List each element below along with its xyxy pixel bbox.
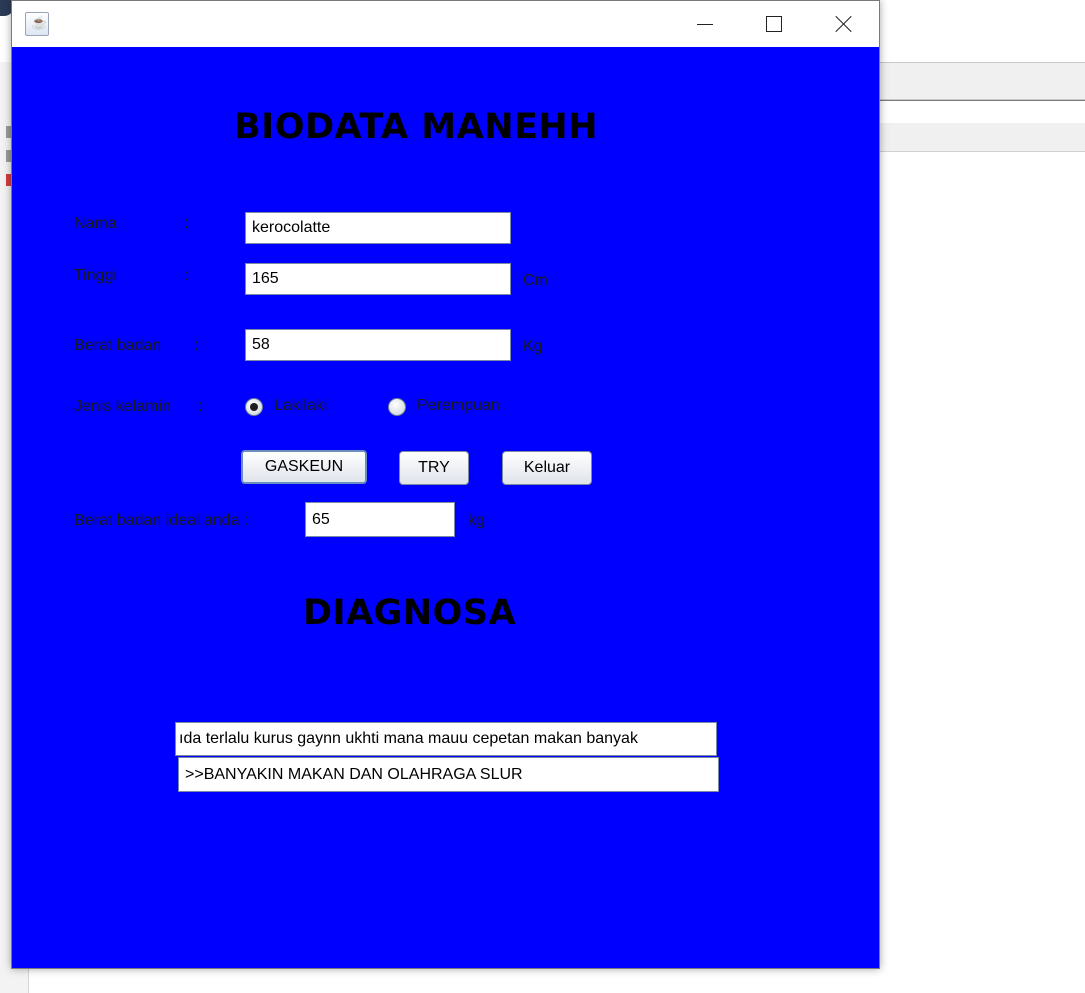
radio-perempuan[interactable]: Perempuan: [388, 397, 528, 419]
close-button[interactable]: [820, 1, 866, 47]
berat-unit: Kg: [523, 338, 543, 355]
radio-perempuan-label: Perempuan: [417, 397, 500, 414]
maximize-button[interactable]: [750, 1, 796, 47]
radio-lakilaki-icon[interactable]: [245, 398, 263, 416]
title-bar[interactable]: ☕: [12, 1, 879, 47]
diagnosa-line-1[interactable]: ıda terlalu kurus gaynn ukhti mana mauu …: [175, 722, 717, 756]
ide-toolbar-secondary: [878, 123, 1085, 152]
tinggi-label: Tinggi: [74, 267, 117, 284]
jenis-kelamin-label: Jenis kelamin: [74, 398, 171, 415]
java-icon[interactable]: ☕: [25, 12, 49, 36]
tinggi-input[interactable]: 165: [245, 263, 511, 295]
ideal-unit: kg: [468, 512, 485, 529]
keluar-button[interactable]: Keluar: [502, 451, 592, 485]
minimize-button[interactable]: [682, 1, 728, 47]
tinggi-colon: :: [184, 267, 189, 284]
ideal-output[interactable]: 65: [305, 502, 455, 537]
radio-lakilaki[interactable]: Lakilaki: [245, 397, 355, 419]
gaskeun-button[interactable]: GASKEUN: [241, 450, 367, 484]
radio-perempuan-icon[interactable]: [388, 398, 406, 416]
radio-lakilaki-label: Lakilaki: [274, 397, 328, 414]
try-button[interactable]: TRY: [399, 451, 469, 485]
tinggi-unit: Cm: [523, 272, 548, 289]
berat-input[interactable]: 58: [245, 329, 511, 361]
berat-label: Berat badan: [74, 337, 162, 354]
ide-tab-strip: [878, 100, 1085, 124]
jenis-kelamin-colon: :: [198, 398, 203, 415]
diagnosa-title: DIAGNOSA: [303, 593, 517, 633]
form-panel: BIODATA MANEHH Nama : kerocolatte Tinggi…: [12, 47, 879, 968]
nama-input[interactable]: kerocolatte: [245, 212, 511, 244]
form-title: BIODATA MANEHH: [234, 107, 599, 147]
nama-label: Nama: [74, 215, 117, 232]
ideal-label: Berat badan ideal anda :: [74, 512, 249, 529]
berat-colon: :: [194, 337, 199, 354]
diagnosa-line-2[interactable]: >>BANYAKIN MAKAN DAN OLAHRAGA SLUR: [178, 757, 719, 792]
app-window: ☕ BIODATA MANEHH Nama : kerocolatte Ting…: [11, 0, 880, 969]
nama-colon: :: [184, 215, 189, 232]
